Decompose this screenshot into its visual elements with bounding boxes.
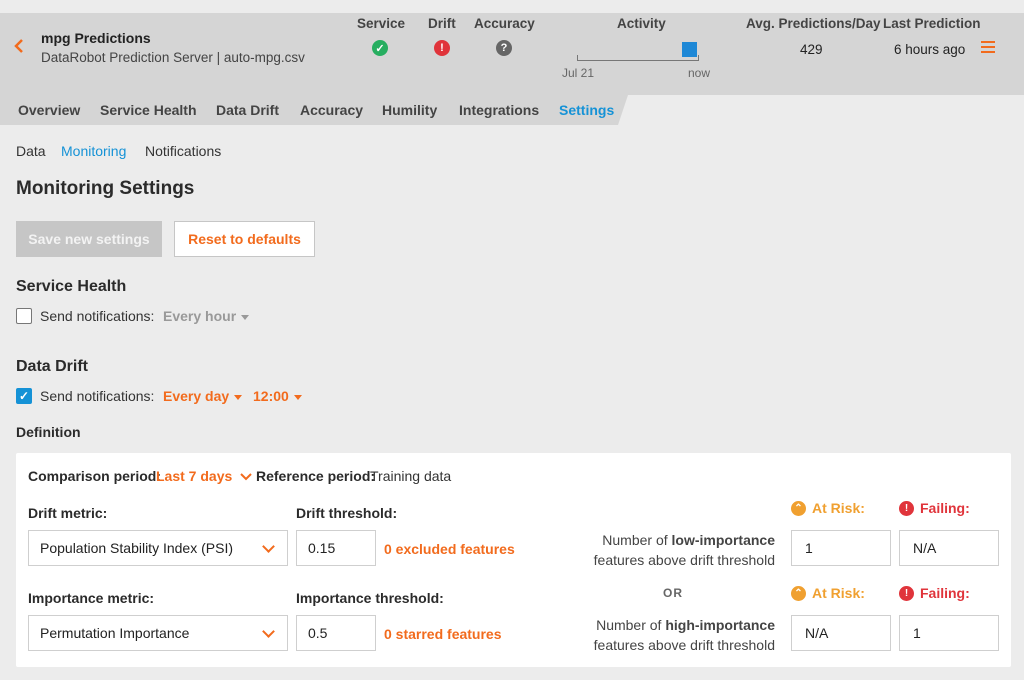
warning-icon: ⌃: [791, 500, 806, 516]
service-health-frequency-value: Every hour: [163, 308, 237, 324]
high-importance-at-risk-input[interactable]: N/A: [791, 615, 891, 651]
definition-panel: Comparison period: Last 7 days Reference…: [16, 453, 1011, 667]
deployment-tabs: Overview Service Health Data Drift Accur…: [0, 95, 628, 125]
high-importance-description: Number of high-importance features above …: [575, 615, 775, 655]
low-importance-failing-input[interactable]: N/A: [899, 530, 999, 566]
warning-icon: ⌃: [791, 585, 806, 601]
page-title: Monitoring Settings: [16, 178, 195, 199]
low-importance-at-risk-input[interactable]: 1: [791, 530, 891, 566]
importance-metric-value: Permutation Importance: [40, 625, 190, 641]
chevron-down-icon: [293, 394, 302, 400]
drift-metric-label: Drift metric:: [28, 505, 108, 521]
at-risk-label-high: ⌃ At Risk:: [791, 585, 865, 601]
drift-metric-value: Population Stability Index (PSI): [40, 540, 233, 556]
error-icon: !: [899, 500, 914, 516]
top-strip: [0, 0, 1024, 13]
activity-start-label: Jul 21: [562, 66, 595, 80]
service-health-checkbox[interactable]: [16, 308, 32, 324]
accuracy-unknown-icon[interactable]: ?: [496, 40, 512, 56]
data-drift-checkbox[interactable]: ✓: [16, 388, 32, 404]
hamburger-menu-icon[interactable]: [981, 41, 995, 53]
importance-metric-label: Importance metric:: [28, 590, 155, 606]
definition-label: Definition: [16, 424, 81, 440]
tab-settings[interactable]: Settings: [559, 102, 614, 118]
service-label: Service: [357, 16, 406, 31]
drift-threshold-label: Drift threshold:: [296, 505, 398, 521]
excluded-features-link[interactable]: 0 excluded features: [384, 541, 515, 557]
drift-metric-select[interactable]: Population Stability Index (PSI): [28, 530, 288, 566]
avg-predictions-label: Avg. Predictions/Day: [746, 16, 881, 31]
failing-label-high: ! Failing:: [899, 585, 970, 601]
tab-overview[interactable]: Overview: [18, 102, 80, 118]
accuracy-label: Accuracy: [474, 16, 535, 31]
comparison-period-dropdown[interactable]: Last 7 days: [156, 468, 252, 484]
or-label: OR: [663, 586, 683, 600]
service-health-frequency-dropdown[interactable]: Every hour: [163, 308, 250, 324]
chevron-down-icon: [262, 625, 275, 638]
at-risk-text: At Risk:: [812, 585, 865, 601]
data-drift-send-label: Send notifications:: [40, 388, 155, 404]
drift-threshold-input[interactable]: 0.15: [296, 530, 376, 566]
chevron-down-icon: [240, 473, 252, 481]
tab-integrations[interactable]: Integrations: [459, 102, 539, 118]
high-desc-suffix: features above drift threshold: [593, 637, 775, 653]
importance-metric-select[interactable]: Permutation Importance: [28, 615, 288, 651]
drift-failing-icon[interactable]: !: [434, 40, 450, 56]
data-drift-title: Data Drift: [16, 358, 89, 375]
subnav-data[interactable]: Data: [16, 143, 46, 159]
at-risk-label-low: ⌃ At Risk:: [791, 500, 865, 516]
reference-period-label: Reference period:: [256, 468, 376, 484]
subnav-monitoring[interactable]: Monitoring: [61, 143, 126, 159]
activity-tick-start: [577, 55, 578, 61]
data-drift-time-value: 12:00: [253, 388, 289, 404]
comparison-period-value: Last 7 days: [156, 468, 233, 484]
activity-axis: [577, 60, 699, 61]
failing-text: Failing:: [920, 500, 970, 516]
data-drift-frequency-dropdown[interactable]: Every day: [163, 388, 243, 404]
reset-defaults-button[interactable]: Reset to defaults: [174, 221, 315, 257]
high-importance-failing-input[interactable]: 1: [899, 615, 999, 651]
data-drift-time-dropdown[interactable]: 12:00: [253, 388, 302, 404]
chevron-down-icon: [234, 394, 243, 400]
importance-threshold-label: Importance threshold:: [296, 590, 444, 606]
comparison-period-label: Comparison period:: [28, 468, 162, 484]
service-health-title: Service Health: [16, 278, 127, 295]
importance-threshold-input[interactable]: 0.5: [296, 615, 376, 651]
tab-data-drift[interactable]: Data Drift: [216, 102, 279, 118]
high-desc-prefix: Number of: [596, 617, 666, 633]
low-importance-description: Number of low-importance features above d…: [575, 530, 775, 570]
data-drift-frequency-value: Every day: [163, 388, 230, 404]
tab-accuracy[interactable]: Accuracy: [300, 102, 363, 118]
chevron-down-icon: [241, 314, 250, 320]
deployment-subtitle: DataRobot Prediction Server | auto-mpg.c…: [41, 50, 305, 65]
tab-service-health[interactable]: Service Health: [100, 102, 197, 118]
chevron-down-icon: [262, 540, 275, 553]
drift-label: Drift: [428, 16, 456, 31]
last-prediction-value: 6 hours ago: [894, 42, 966, 57]
tab-humility[interactable]: Humility: [382, 102, 437, 118]
back-arrow-icon[interactable]: [10, 37, 28, 55]
at-risk-text: At Risk:: [812, 500, 865, 516]
activity-label: Activity: [617, 16, 666, 31]
starred-features-link[interactable]: 0 starred features: [384, 626, 502, 642]
activity-end-label: now: [688, 66, 711, 80]
low-desc-suffix: features above drift threshold: [593, 552, 775, 568]
low-desc-prefix: Number of: [602, 532, 672, 548]
subnav-notifications[interactable]: Notifications: [145, 143, 221, 159]
deployment-header: mpg Predictions DataRobot Prediction Ser…: [0, 13, 1024, 95]
service-ok-icon[interactable]: ✓: [372, 40, 388, 56]
last-prediction-label: Last Prediction: [883, 16, 981, 31]
failing-text: Failing:: [920, 585, 970, 601]
activity-tick-end: [698, 55, 699, 61]
deployment-title: mpg Predictions: [41, 30, 151, 46]
failing-label-low: ! Failing:: [899, 500, 970, 516]
activity-bar: [682, 42, 697, 57]
error-icon: !: [899, 585, 914, 601]
save-settings-button[interactable]: Save new settings: [16, 221, 162, 257]
service-health-send-label: Send notifications:: [40, 308, 155, 324]
avg-predictions-value: 429: [800, 42, 823, 57]
high-desc-bold: high-importance: [665, 617, 775, 633]
low-desc-bold: low-importance: [671, 532, 775, 548]
reference-period-value: Training data: [370, 468, 452, 484]
